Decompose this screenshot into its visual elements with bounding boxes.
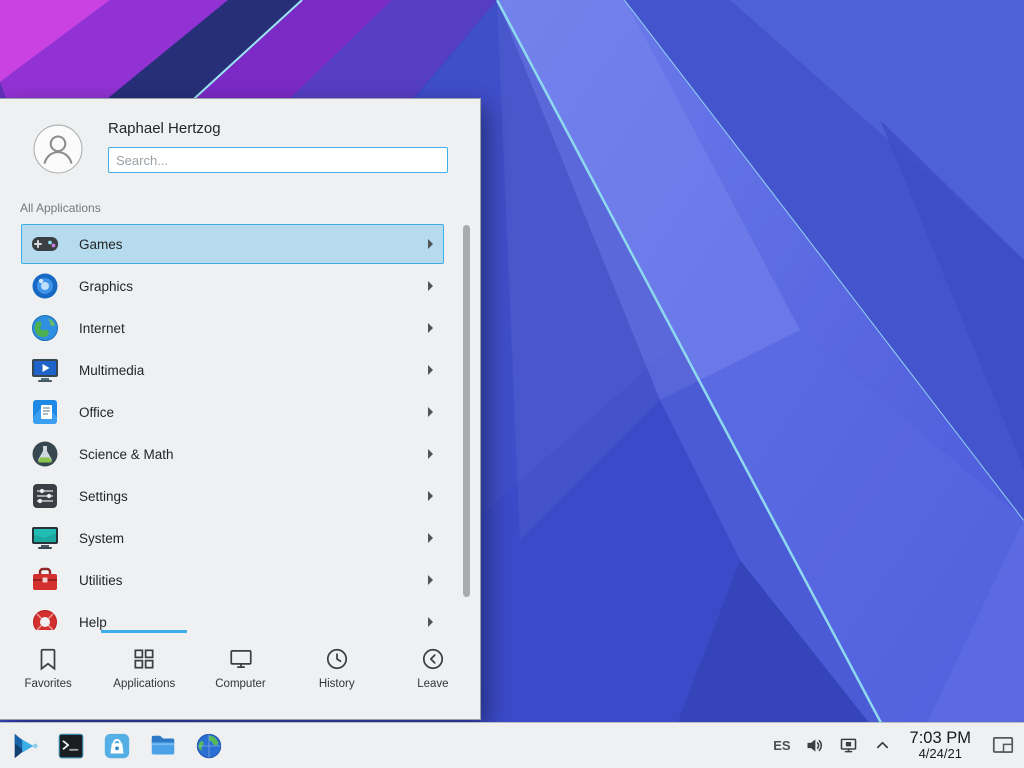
chevron-right-icon xyxy=(428,407,433,417)
chevron-right-icon xyxy=(428,365,433,375)
chevron-right-icon xyxy=(428,449,433,459)
chevron-right-icon xyxy=(428,323,433,333)
globe-icon xyxy=(29,312,61,344)
clock-time: 7:03 PM xyxy=(910,730,971,748)
media-monitor-icon xyxy=(29,354,61,386)
user-avatar[interactable] xyxy=(33,124,83,174)
volume-icon[interactable] xyxy=(804,735,825,756)
system-monitor-icon xyxy=(29,522,61,554)
chevron-right-icon xyxy=(428,533,433,543)
lifering-icon xyxy=(29,606,61,630)
application-launcher-button[interactable] xyxy=(9,730,41,762)
category-help[interactable]: Help xyxy=(0,601,481,630)
category-settings[interactable]: Settings xyxy=(0,475,481,517)
computer-icon xyxy=(228,646,254,672)
category-internet[interactable]: Internet xyxy=(0,307,481,349)
category-office[interactable]: Office xyxy=(0,391,481,433)
browser-button[interactable] xyxy=(193,730,225,762)
flask-icon xyxy=(29,438,61,470)
category-multimedia[interactable]: Multimedia xyxy=(0,349,481,391)
category-utilities[interactable]: Utilities xyxy=(0,559,481,601)
kickoff-tab-bar: Favorites Applications Computer Histor xyxy=(0,630,481,720)
category-graphics[interactable]: Graphics xyxy=(0,265,481,307)
section-label: All Applications xyxy=(20,201,101,215)
category-label: Internet xyxy=(79,321,125,336)
tab-label: Favorites xyxy=(24,678,71,690)
chevron-right-icon xyxy=(428,281,433,291)
discover-button[interactable] xyxy=(101,730,133,762)
tab-applications[interactable]: Applications xyxy=(96,630,192,720)
tab-leave[interactable]: Leave xyxy=(385,630,481,720)
toolbox-icon xyxy=(29,564,61,596)
active-tab-indicator xyxy=(101,630,187,633)
category-label: System xyxy=(79,531,124,546)
tab-computer[interactable]: Computer xyxy=(192,630,288,720)
category-label: Office xyxy=(79,405,114,420)
clock-date: 4/24/21 xyxy=(919,747,962,761)
tab-label: Applications xyxy=(113,678,175,690)
application-launcher-menu: Raphael Hertzog All Applications Games G… xyxy=(0,98,481,720)
taskbar: ES 7:03 PM 4/24/21 xyxy=(0,722,1024,768)
folder-icon xyxy=(148,731,178,761)
software-bag-icon xyxy=(102,731,132,761)
category-label: Multimedia xyxy=(79,363,144,378)
expand-tray-icon[interactable] xyxy=(872,735,893,756)
grid-icon xyxy=(131,646,157,672)
tab-label: History xyxy=(319,678,355,690)
network-icon[interactable] xyxy=(838,735,859,756)
category-science-math[interactable]: Science & Math xyxy=(0,433,481,475)
kde-kickoff-icon xyxy=(10,731,40,761)
chevron-right-icon xyxy=(428,575,433,585)
dolphin-button[interactable] xyxy=(147,730,179,762)
tab-favorites[interactable]: Favorites xyxy=(0,630,96,720)
tab-label: Computer xyxy=(215,678,266,690)
sliders-icon xyxy=(29,480,61,512)
keyboard-layout-indicator[interactable]: ES xyxy=(773,738,790,753)
search-input[interactable] xyxy=(108,147,448,173)
document-icon xyxy=(29,396,61,428)
tab-label: Leave xyxy=(417,678,448,690)
category-system[interactable]: System xyxy=(0,517,481,559)
category-label: Help xyxy=(79,615,107,630)
category-games[interactable]: Games xyxy=(0,223,481,265)
show-desktop-icon xyxy=(990,733,1016,759)
list-scrollbar[interactable] xyxy=(463,225,470,597)
show-desktop-button[interactable] xyxy=(990,727,1016,765)
gamepad-icon xyxy=(29,228,61,260)
tab-history[interactable]: History xyxy=(289,630,385,720)
digital-clock[interactable]: 7:03 PM 4/24/21 xyxy=(906,730,975,762)
history-clock-icon xyxy=(324,646,350,672)
bookmark-icon xyxy=(35,646,61,672)
chevron-right-icon xyxy=(428,491,433,501)
category-label: Utilities xyxy=(79,573,123,588)
leave-icon xyxy=(420,646,446,672)
category-label: Graphics xyxy=(79,279,133,294)
terminal-icon xyxy=(56,731,86,761)
category-label: Settings xyxy=(79,489,128,504)
taskbar-launchers xyxy=(9,730,225,762)
category-label: Games xyxy=(79,237,123,252)
web-globe-icon xyxy=(194,731,224,761)
lens-icon xyxy=(29,270,61,302)
category-label: Science & Math xyxy=(79,447,174,462)
chevron-right-icon xyxy=(428,239,433,249)
category-list: Games Graphics Internet xyxy=(0,223,481,630)
chevron-right-icon xyxy=(428,617,433,627)
konsole-button[interactable] xyxy=(55,730,87,762)
system-tray: ES 7:03 PM 4/24/21 xyxy=(773,723,1024,768)
user-name: Raphael Hertzog xyxy=(108,120,221,137)
